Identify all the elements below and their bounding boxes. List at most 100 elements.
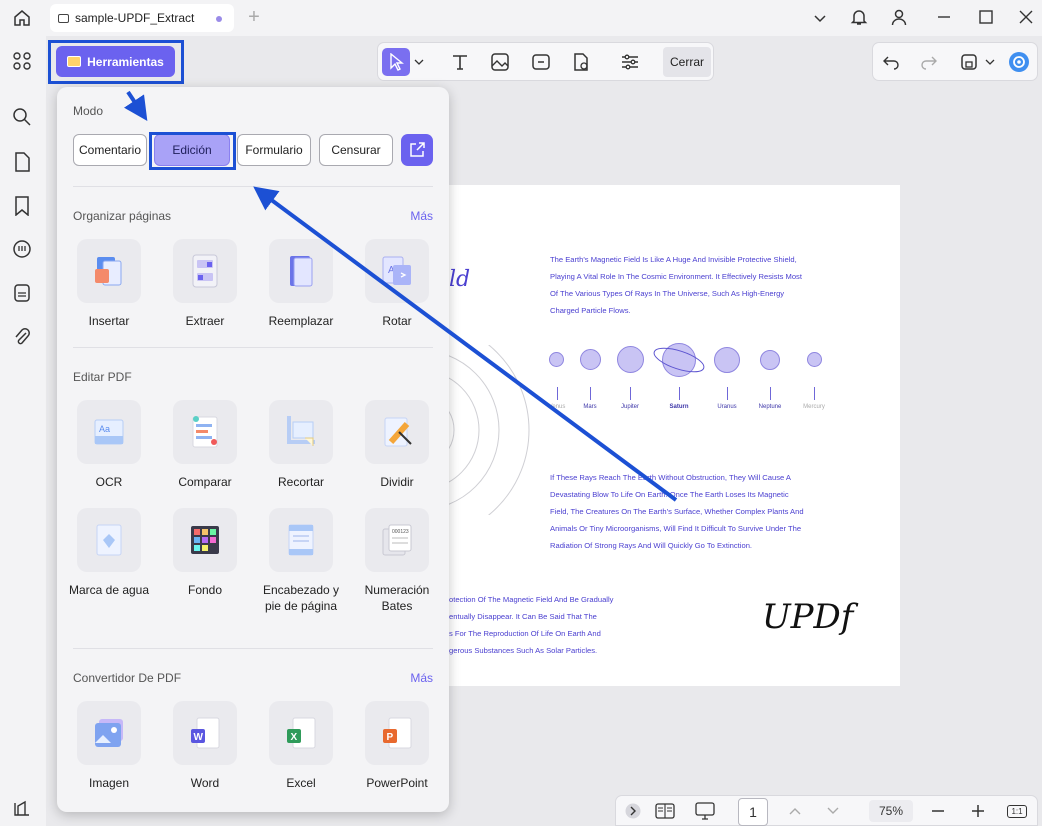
tool-replace-label: Reemplazar — [268, 314, 334, 328]
powerpoint-convert-icon: P — [365, 701, 429, 765]
left-sidebar — [0, 36, 46, 826]
tool-crop[interactable]: Recortar — [259, 400, 343, 490]
divider — [73, 186, 433, 187]
tool-to-image[interactable]: Imagen — [67, 701, 151, 791]
search-icon[interactable] — [11, 106, 33, 128]
maximize-icon[interactable] — [976, 7, 996, 27]
comments-icon[interactable] — [11, 238, 33, 260]
open-external-button[interactable] — [401, 134, 433, 166]
new-tab-icon[interactable]: + — [244, 6, 264, 28]
tools-button-label: Herramientas — [87, 54, 164, 69]
tick — [814, 387, 815, 400]
previous-page-icon[interactable] — [786, 800, 804, 822]
next-page-icon[interactable] — [824, 800, 842, 822]
save-icon[interactable] — [955, 48, 983, 76]
close-icon[interactable] — [1016, 7, 1036, 27]
toolbox-icon — [67, 56, 82, 67]
page-number-input[interactable]: 1 — [738, 798, 768, 826]
mode-form-button[interactable]: Formulario — [237, 134, 311, 166]
stamp-icon[interactable] — [11, 282, 33, 304]
tool-ocr-label: OCR — [95, 475, 123, 489]
tool-to-word[interactable]: W Word — [163, 701, 247, 791]
document-tab[interactable]: sample-UPDF_Extract — [50, 4, 234, 32]
fit-label: 1:1 — [1007, 804, 1027, 818]
attachment-icon[interactable] — [11, 326, 33, 348]
bookmark-icon[interactable] — [11, 195, 33, 217]
tool-watermark[interactable]: Marca de agua — [67, 508, 151, 598]
tick — [557, 387, 558, 400]
link-tool-button[interactable] — [527, 48, 555, 76]
tool-to-excel[interactable]: X Excel — [259, 701, 343, 791]
tool-replace[interactable]: Reemplazar — [259, 239, 343, 329]
zoom-level[interactable]: 75% — [869, 800, 913, 822]
tool-compare-label: Comparar — [178, 475, 232, 489]
watermark-tool-button[interactable] — [567, 48, 595, 76]
paragraph-1: The Earth's Magnetic Field Is Like A Hug… — [550, 255, 802, 315]
image-tool-button[interactable] — [486, 48, 514, 76]
header-footer-icon — [269, 508, 333, 572]
expand-chevron-icon[interactable] — [624, 800, 642, 822]
close-edit-button[interactable]: Cerrar — [663, 47, 711, 77]
tick — [727, 387, 728, 400]
settings-sliders-icon[interactable] — [616, 48, 644, 76]
tool-extract[interactable]: Extraer — [163, 239, 247, 329]
tool-bates-label: Numeración Bates — [364, 583, 430, 613]
planet-venus — [549, 352, 564, 367]
tool-insert[interactable]: Insertar — [67, 239, 151, 329]
compare-icon — [173, 400, 237, 464]
bates-numbering-icon: 000123 — [365, 508, 429, 572]
tool-bates[interactable]: 000123 Numeración Bates — [355, 508, 439, 614]
zoom-in-icon[interactable] — [968, 800, 988, 822]
pages-icon[interactable] — [11, 151, 33, 173]
page-layout-icon[interactable] — [654, 800, 676, 822]
select-dropdown-icon[interactable] — [412, 48, 426, 76]
ai-assistant-icon[interactable] — [1005, 48, 1033, 76]
tool-rotate[interactable]: A Rotar — [355, 239, 439, 329]
apps-grid-icon[interactable] — [11, 50, 33, 72]
redo-icon[interactable] — [915, 48, 943, 76]
word-convert-icon: W — [173, 701, 237, 765]
tool-crop-label: Recortar — [277, 475, 324, 489]
orbit-diagram — [449, 345, 530, 515]
convert-section-title: Convertidor De PDF — [73, 671, 182, 685]
rotate-icon: A — [365, 239, 429, 303]
split-icon — [365, 400, 429, 464]
layers-icon[interactable] — [11, 798, 33, 820]
saturn-ring — [653, 347, 705, 373]
text-tool-button[interactable] — [446, 48, 474, 76]
tool-split[interactable]: Dividir — [355, 400, 439, 490]
presentation-icon[interactable] — [694, 800, 716, 822]
bell-icon[interactable] — [849, 7, 869, 27]
tool-header-footer[interactable]: Encabezado y pie de página — [259, 508, 343, 614]
document-icon — [58, 13, 69, 23]
select-tool-button[interactable] — [382, 48, 410, 76]
minimize-icon[interactable] — [934, 7, 954, 27]
tool-to-powerpoint[interactable]: P PowerPoint — [355, 701, 439, 791]
tool-background[interactable]: Fondo — [163, 508, 247, 598]
save-dropdown-icon[interactable] — [983, 48, 997, 76]
convert-more-link[interactable]: Más — [410, 671, 433, 685]
tab-title: sample-UPDF_Extract — [75, 11, 195, 25]
mode-comment-button[interactable]: Comentario — [73, 134, 147, 166]
zoom-out-icon[interactable] — [928, 800, 948, 822]
svg-text:000123: 000123 — [392, 529, 409, 535]
mode-redact-button[interactable]: Censurar — [319, 134, 393, 166]
tick — [770, 387, 771, 400]
home-icon[interactable] — [10, 7, 34, 29]
tool-ocr[interactable]: Aa OCR — [67, 400, 151, 490]
tool-compare[interactable]: Comparar — [163, 400, 247, 490]
actual-size-button[interactable]: 1:1 — [1006, 800, 1028, 822]
pdf-page[interactable]: ld The Earth's Magnetic Field Is Like A … — [449, 185, 900, 686]
user-icon[interactable] — [889, 7, 909, 27]
undo-icon[interactable] — [877, 48, 905, 76]
tool-rotate-label: Rotar — [382, 314, 412, 328]
edit-toolbar: Cerrar — [377, 42, 714, 81]
extract-icon — [173, 239, 237, 303]
tools-button[interactable]: Herramientas — [56, 46, 175, 77]
organize-more-link[interactable]: Más — [410, 209, 433, 223]
planet-mars — [580, 349, 601, 370]
background-icon — [173, 508, 237, 572]
tool-extract-label: Extraer — [185, 314, 225, 328]
replace-icon — [269, 239, 333, 303]
chevron-down-icon[interactable] — [810, 8, 830, 28]
